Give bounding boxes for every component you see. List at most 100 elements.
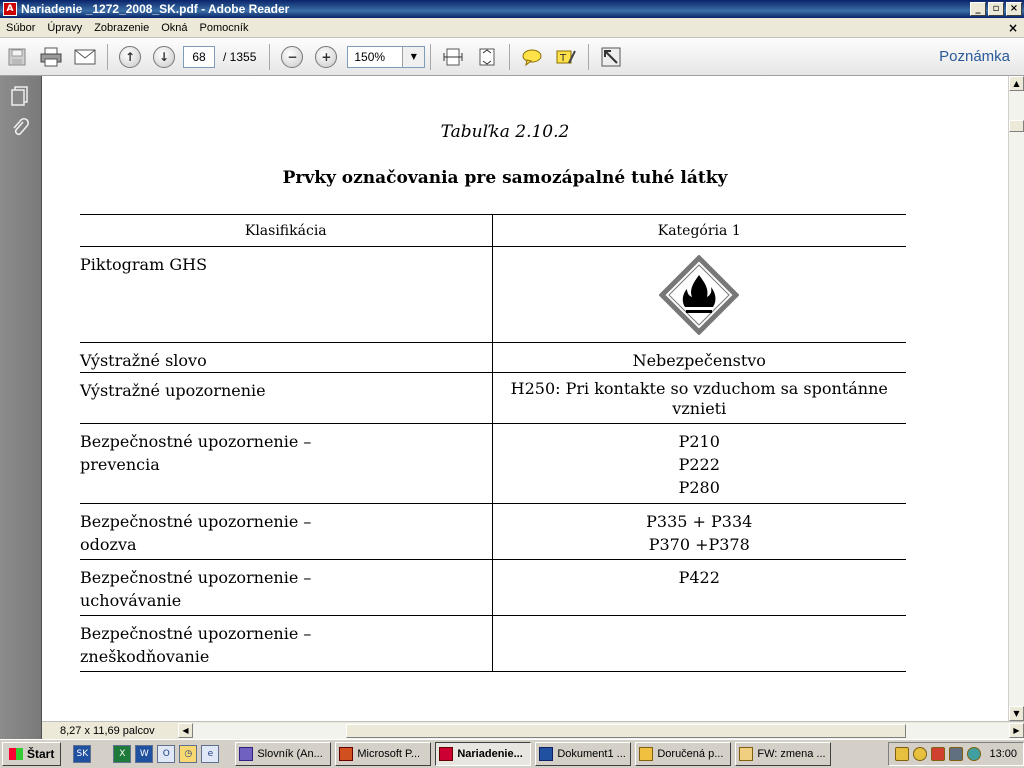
task-label: Doručená p... (657, 748, 724, 760)
start-button[interactable]: Štart (2, 742, 62, 766)
precaution-code: P210 (678, 432, 720, 451)
mail-tray-icon[interactable] (895, 747, 910, 761)
row-value: H250: Pri kontakte so vzduchom sa spontá… (492, 372, 906, 424)
comment-button[interactable] (519, 44, 545, 70)
zoom-in-button[interactable]: + (313, 44, 339, 70)
pages-icon[interactable] (8, 84, 32, 108)
task-label: FW: zmena ... (757, 748, 826, 760)
taskbar-item-active[interactable]: Nariadenie... (435, 742, 532, 766)
fit-width-button[interactable] (440, 44, 466, 70)
zoom-value: 150% (354, 49, 386, 64)
vertical-scrollbar[interactable]: ▲ ▼ (1008, 76, 1024, 721)
close-button[interactable]: × (1006, 2, 1022, 16)
scroll-up-icon[interactable]: ▲ (1009, 76, 1024, 91)
row-label-line: prevencia (80, 455, 160, 474)
labelling-table: Klasifikácia Kategória 1 Piktogram GHS V… (80, 214, 906, 672)
menu-help[interactable]: Pomocník (194, 22, 255, 34)
plus-icon: + (315, 45, 338, 68)
language-icon[interactable]: SK (73, 745, 92, 763)
calendar-icon (639, 747, 654, 761)
menu-edit[interactable]: Úpravy (41, 22, 88, 34)
taskbar-item[interactable]: Slovník (An... (235, 742, 332, 766)
fit-page-button[interactable] (474, 44, 500, 70)
next-page-button[interactable]: ↓ (151, 44, 177, 70)
taskbar-item[interactable]: FW: zmena ... (735, 742, 832, 766)
hazard-statement: H250: Pri kontakte so vzduchom sa spontá… (510, 379, 888, 418)
scroll-left-icon[interactable]: ◀ (178, 722, 193, 738)
menu-view[interactable]: Zobrazenie (88, 22, 155, 34)
paperclip-icon[interactable] (8, 116, 32, 140)
row-label-line: Bezpečnostné upozornenie – (80, 568, 312, 587)
table-row: Bezpečnostné upozornenie – zneškodňovani… (80, 615, 906, 672)
table-title: Prvky označovania pre samozápalné tuhé l… (282, 168, 728, 188)
print-button[interactable] (38, 44, 64, 70)
restore-button[interactable]: ▫ (988, 2, 1004, 16)
zoom-out-button[interactable]: − (279, 44, 305, 70)
document-page: Tabuľka 2.10.2 Prvky označovania pre sam… (42, 76, 1008, 721)
browser-icon[interactable]: e (201, 745, 220, 763)
page-total: / 1355 (223, 49, 257, 64)
zoom-select[interactable]: 150% ▼ (347, 45, 426, 68)
shield-icon[interactable] (931, 747, 946, 761)
row-label-line: uchovávanie (80, 591, 182, 610)
save-button[interactable] (4, 44, 30, 70)
status-bar: 8,27 x 11,69 palcov ◀ ▶ (42, 721, 1024, 739)
email-button[interactable] (72, 44, 98, 70)
chevron-down-icon[interactable]: ▼ (402, 46, 425, 67)
title-bar: A Nariadenie _1272_2008_SK.pdf - Adobe R… (0, 0, 1024, 18)
toolbar: ↑ ↓ 68 / 1355 − + 150% ▼ T Poznámka (0, 38, 1024, 76)
word-icon[interactable]: W (135, 745, 154, 763)
horizontal-scroll-thumb[interactable] (346, 723, 906, 738)
start-label: Štart (27, 747, 55, 761)
printer-icon (40, 47, 62, 66)
clock: 13:00 (989, 748, 1017, 760)
taskbar: Štart SK X W O ◷ e Slovník (An... Micros… (0, 739, 1024, 768)
taskbar-item[interactable]: Microsoft P... (335, 742, 432, 766)
task-label: Nariadenie... (457, 748, 523, 760)
taskbar-item[interactable]: Doručená p... (635, 742, 732, 766)
menu-file[interactable]: Súbor (0, 22, 41, 34)
excel-icon[interactable]: X (113, 745, 132, 763)
table-header-row: Klasifikácia Kategória 1 (80, 214, 906, 247)
row-label: Výstražné slovo (80, 342, 493, 373)
minus-icon: − (281, 45, 304, 68)
network-icon[interactable] (949, 747, 964, 761)
comment-panel-link[interactable]: Poznámka (939, 48, 1010, 65)
row-value (492, 615, 906, 672)
system-tray: 13:00 (888, 742, 1024, 766)
menu-window[interactable]: Okná (155, 22, 193, 34)
expand-icon (601, 47, 621, 66)
column-header: Klasifikácia (80, 214, 493, 247)
status-tray-icon[interactable] (967, 747, 982, 761)
vertical-scroll-thumb[interactable] (1009, 120, 1024, 132)
precaution-code: P422 (678, 568, 720, 587)
previous-page-button[interactable]: ↑ (117, 44, 143, 70)
row-label: Bezpečnostné upozornenie – uchovávanie (80, 559, 493, 616)
toolbar-separator (107, 43, 108, 70)
horizontal-scrollbar[interactable]: ◀ ▶ (178, 722, 1024, 739)
minimize-button[interactable]: _ (970, 2, 986, 16)
row-label: Piktogram GHS (80, 246, 493, 343)
page-size-label: 8,27 x 11,69 palcov (60, 724, 155, 737)
scroll-down-icon[interactable]: ▼ (1009, 706, 1024, 721)
arrow-up-icon: ↑ (119, 45, 141, 68)
fit-page-icon (479, 48, 495, 65)
save-icon (8, 48, 26, 65)
row-label-line: odozva (80, 535, 137, 554)
page-number-input[interactable]: 68 (183, 45, 215, 68)
row-label-line: zneškodňovanie (80, 647, 210, 666)
scroll-right-icon[interactable]: ▶ (1009, 722, 1024, 738)
clock-tray-icon[interactable] (913, 747, 928, 761)
outlook-icon[interactable]: O (157, 745, 176, 763)
window-title: Nariadenie _1272_2008_SK.pdf - Adobe Rea… (21, 2, 290, 16)
task-label: Dokument1 ... (557, 748, 626, 760)
taskbar-item[interactable]: Dokument1 ... (535, 742, 632, 766)
row-label-line: Bezpečnostné upozornenie – (80, 512, 312, 531)
windows-logo-icon (9, 748, 23, 760)
text-markup-button[interactable]: T (553, 44, 579, 70)
toolbar-separator (269, 43, 271, 70)
full-screen-button[interactable] (598, 44, 624, 70)
document-close-icon[interactable]: × (1008, 21, 1018, 35)
calendar-icon[interactable]: ◷ (179, 745, 198, 763)
row-label-line: Bezpečnostné upozornenie – (80, 432, 312, 451)
